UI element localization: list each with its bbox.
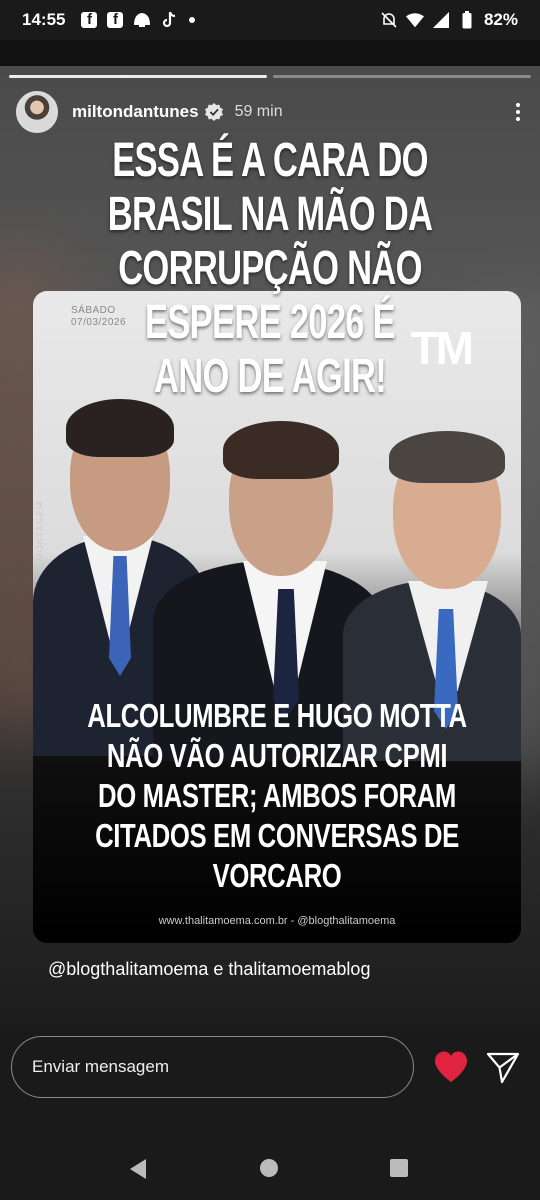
mention-sticker[interactable]: @blogthalitamoema e thalitamoemablog <box>48 959 370 980</box>
post-headline: ALCOLUMBRE E HUGO MOTTA NÃO VÃO AUTORIZA… <box>87 697 467 894</box>
story-overlay-text: ESSA É A CARA DO BRASIL NA MÃO DA CORRUP… <box>107 134 433 403</box>
mute-icon <box>380 11 398 29</box>
send-icon[interactable] <box>485 1049 521 1085</box>
more-options-icon[interactable] <box>510 97 526 127</box>
story-header: miltondantunes 59 min <box>16 90 526 134</box>
battery-level: 82% <box>483 10 518 29</box>
story-progress <box>9 75 531 78</box>
status-bar: 14:55 f f 82% <box>0 0 540 40</box>
username[interactable]: miltondantunes <box>72 102 199 122</box>
battery-icon <box>458 11 476 29</box>
status-time: 14:55 <box>22 10 66 29</box>
story-viewer[interactable]: miltondantunes 59 min SÁBADO 07/03/2026 … <box>0 66 540 1026</box>
shell-icon <box>133 11 151 29</box>
post-footer: www.thalitamoema.com.br - @blogthalitamo… <box>158 915 396 927</box>
home-icon[interactable] <box>260 1159 278 1177</box>
progress-segment <box>9 75 267 78</box>
facebook-icon: f <box>107 12 124 28</box>
facebook-icon: f <box>81 12 98 28</box>
reply-bar: Enviar mensagem <box>0 1026 540 1110</box>
message-input[interactable]: Enviar mensagem <box>11 1036 414 1098</box>
system-nav-bar <box>0 1110 540 1200</box>
wifi-icon <box>405 11 424 29</box>
dot-icon <box>189 17 196 23</box>
avatar[interactable] <box>16 91 58 133</box>
signal-icon <box>432 11 450 29</box>
time-ago: 59 min <box>234 103 283 120</box>
recent-apps-icon[interactable] <box>390 1159 408 1177</box>
verified-badge-icon <box>204 103 223 121</box>
progress-segment <box>273 75 531 78</box>
back-icon[interactable] <box>128 1158 148 1180</box>
montagem-label: MONTAGEM <box>35 500 45 561</box>
like-heart-icon[interactable] <box>433 1050 469 1084</box>
tiktok-icon <box>161 11 179 29</box>
